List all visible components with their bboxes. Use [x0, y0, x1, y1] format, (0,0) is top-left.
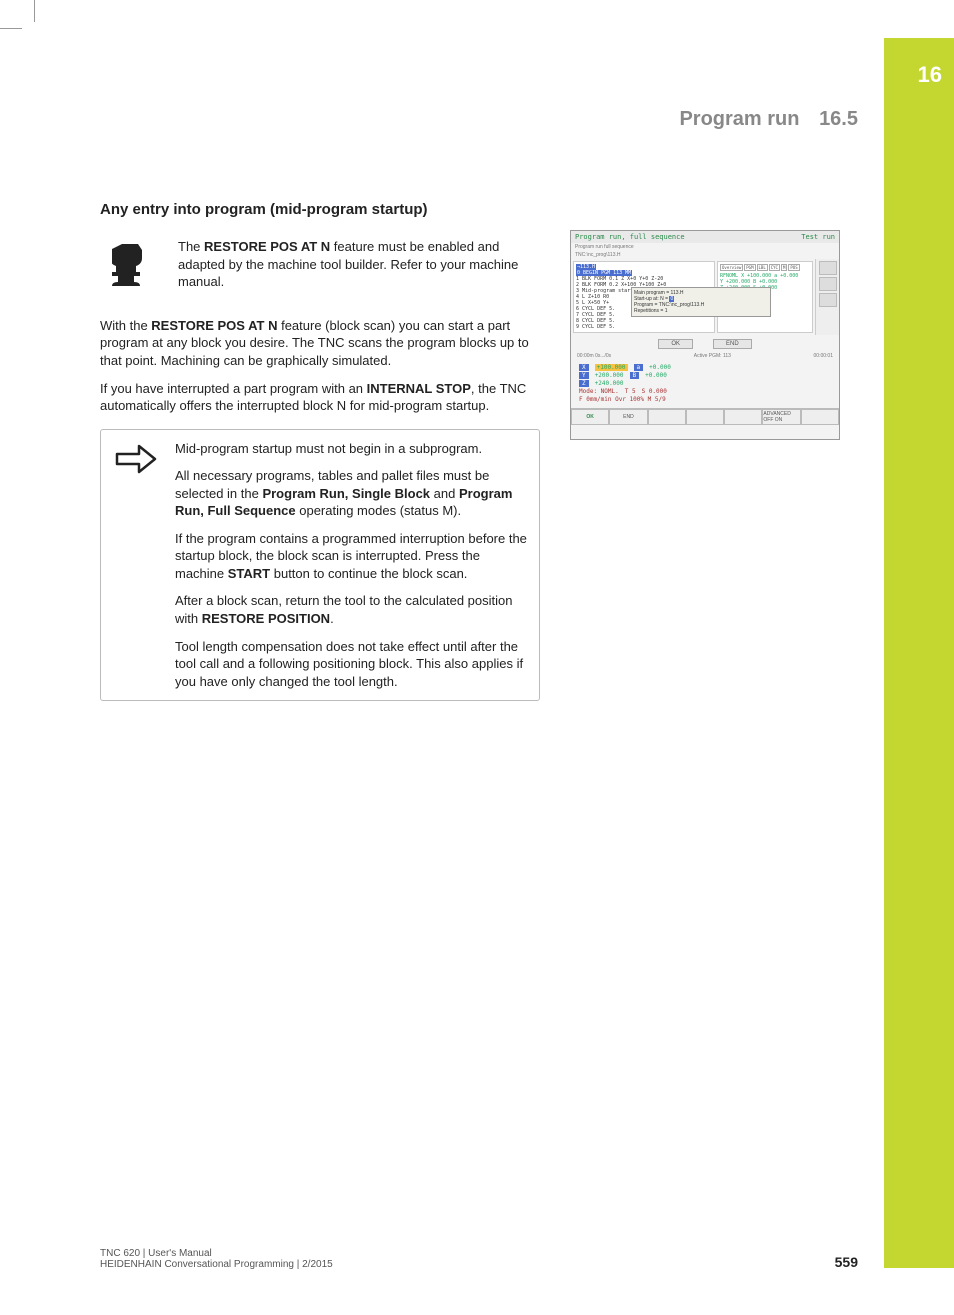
section-title: Any entry into program (mid-program star…	[100, 200, 540, 220]
page-number: 559	[835, 1254, 858, 1270]
running-head: Program run 16.5	[679, 108, 858, 131]
thumb-tab: LBL	[757, 264, 768, 271]
screenshot-thumbnail: Program run, full sequence Test run Prog…	[570, 230, 840, 440]
axis-b-val: +0.000	[645, 372, 667, 379]
thumb-softkey-advanced: ADVANCED OFF ON	[762, 409, 800, 425]
paragraph: If you have interrupted a part program w…	[100, 380, 540, 415]
thumb-timer: 00:00:01	[814, 353, 833, 359]
paragraph: With the RESTORE POS AT N feature (block…	[100, 317, 540, 370]
text: With the	[100, 318, 151, 333]
thumb-tab: CYC	[769, 264, 780, 271]
mode-single-block: Program Run, Single Block	[262, 486, 430, 501]
thumb-side-btn	[819, 261, 837, 275]
text: operating modes (status M).	[296, 503, 461, 518]
chapter-number: 16	[918, 62, 942, 88]
axis-x: X	[579, 364, 589, 371]
thumb-status-tabs: Overview PGM LBL CYC M POS	[720, 264, 810, 271]
thumb-mid-buttons: OK END	[571, 335, 839, 353]
arrow-right-icon	[111, 440, 161, 474]
machine-icon	[100, 238, 160, 286]
thumb-tab: M	[781, 264, 787, 271]
thumb-tab: Overview	[720, 264, 743, 271]
axis-b: B	[630, 372, 640, 379]
running-head-section: 16.5	[819, 108, 858, 130]
thumb-side-btn	[819, 293, 837, 307]
thumb-softkey	[724, 409, 762, 425]
thumb-softkey-end: END	[609, 409, 647, 425]
machine-info-box: The RESTORE POS AT N feature must be ena…	[100, 238, 540, 301]
note-p4: After a block scan, return the tool to t…	[175, 592, 527, 627]
thumb-softkeys: OK END ADVANCED OFF ON	[571, 408, 839, 425]
thumb-tab: PGM	[744, 264, 755, 271]
axis-z-val: +240.000	[595, 380, 624, 387]
thumb-file: TNC:\nc_prog\113.H	[571, 251, 839, 259]
axis-a: a	[634, 364, 644, 371]
thumb-coords: X+100.000a+0.000 Y+200.000B+0.000 Z+240.…	[573, 361, 837, 406]
axis-y-val: +200.000	[595, 372, 624, 379]
chapter-tab: 16	[884, 38, 954, 1268]
note-p3: If the program contains a programmed int…	[175, 530, 527, 583]
axis-z: Z	[579, 380, 589, 387]
thumb-ovr: F 0mm/min Ovr 100% M 5/9	[579, 396, 831, 403]
restore-pos-at-n: RESTORE POS AT N	[204, 239, 330, 254]
thumb-softkey	[648, 409, 686, 425]
restore-position: RESTORE POSITION	[202, 611, 330, 626]
thumb-end-btn: END	[713, 339, 752, 349]
start-button: START	[228, 566, 270, 581]
thumb-tool: T 5	[625, 388, 636, 395]
note-box: Mid-program startup must not begin in a …	[100, 429, 540, 702]
note-p5: Tool length compensation does not take e…	[175, 638, 527, 691]
machine-info-text: The RESTORE POS AT N feature must be ena…	[178, 238, 540, 301]
thumb-side-buttons	[815, 259, 839, 335]
footer-left: TNC 620 | User's Manual HEIDENHAIN Conve…	[100, 1248, 333, 1270]
thumb-popup: Main program = 113.H Start-up at: N = 0 …	[631, 287, 771, 317]
thumb-side-btn	[819, 277, 837, 291]
page-footer: TNC 620 | User's Manual HEIDENHAIN Conve…	[100, 1248, 858, 1270]
thumb-titlebar: Program run, full sequence Test run	[571, 231, 839, 243]
axis-a-val: +0.000	[649, 364, 671, 371]
footer-line1: TNC 620 | User's Manual	[100, 1248, 333, 1259]
thumb-s: S 0.000	[642, 388, 667, 395]
restore-pos-at-n: RESTORE POS AT N	[151, 318, 277, 333]
note-text: Mid-program startup must not begin in a …	[175, 440, 527, 691]
text: and	[430, 486, 459, 501]
note-p1: Mid-program startup must not begin in a …	[175, 440, 527, 458]
thumb-timer: 00:00m 0s.../0s	[577, 353, 611, 359]
thumb-softkey	[686, 409, 724, 425]
running-head-title: Program run	[679, 108, 799, 130]
thumb-softkey-ok: OK	[571, 409, 609, 425]
note-p2: All necessary programs, tables and palle…	[175, 467, 527, 520]
thumb-title-left: Program run, full sequence	[575, 233, 685, 241]
thumb-popup-line: Repetitions = 1	[634, 308, 768, 314]
thumb-code-line: 9 CYCL DEF 5.	[576, 324, 615, 330]
internal-stop: INTERNAL STOP	[367, 381, 471, 396]
text: button to continue the block scan.	[270, 566, 467, 581]
thumb-mode: Mode: NOML.	[579, 388, 619, 395]
thumb-subtitle: Program run full sequence	[571, 243, 839, 251]
text: The	[178, 239, 204, 254]
crop-marks	[0, 0, 50, 50]
thumb-ok-btn: OK	[658, 339, 693, 349]
main-content: Any entry into program (mid-program star…	[100, 200, 540, 701]
thumb-tab: POS	[788, 264, 799, 271]
axis-y: Y	[579, 372, 589, 379]
text: .	[330, 611, 334, 626]
thumb-active-pgm: Active PGM: 113	[694, 353, 731, 359]
thumb-title-right: Test run	[801, 233, 835, 241]
text: If you have interrupted a part program w…	[100, 381, 367, 396]
footer-line2: HEIDENHAIN Conversational Programming | …	[100, 1259, 333, 1270]
axis-x-val: +100.000	[595, 364, 628, 371]
thumb-softkey	[801, 409, 839, 425]
